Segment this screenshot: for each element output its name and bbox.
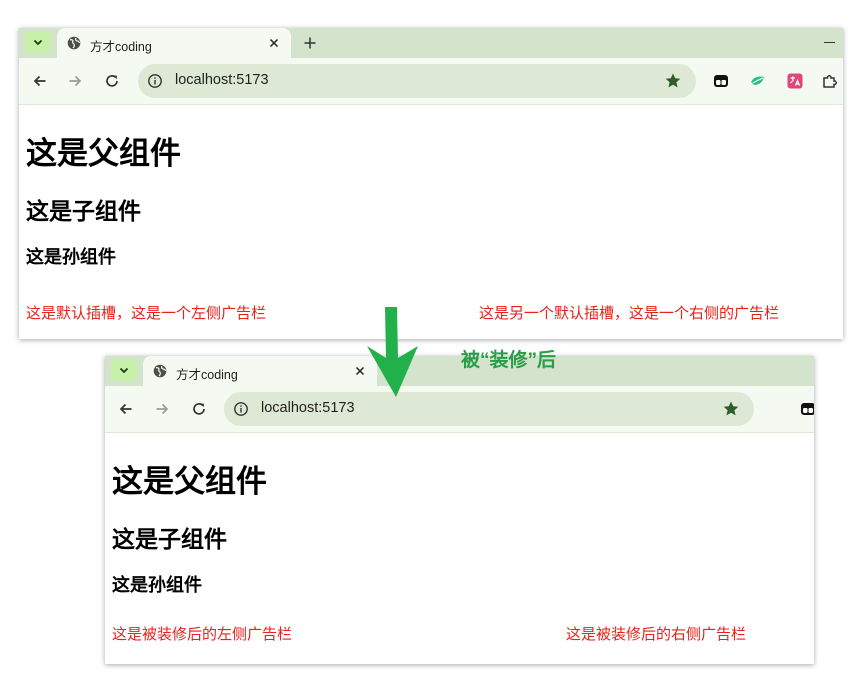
parent-component-heading: 这是父组件	[112, 464, 267, 499]
reload-icon[interactable]	[103, 72, 121, 90]
puzzle-icon[interactable]	[821, 72, 839, 90]
globe-icon	[67, 36, 81, 50]
right-ad-slot: 这是被装修后的右侧广告栏	[566, 626, 747, 643]
grandchild-component-heading: 这是孙组件	[112, 575, 202, 595]
child-component-heading: 这是子组件	[112, 526, 227, 552]
reload-icon[interactable]	[190, 400, 208, 418]
toolbar: localhost:5173	[19, 58, 843, 105]
child-component-heading: 这是子组件	[26, 198, 141, 224]
left-ad-slot: 这是被装修后的左侧广告栏	[112, 626, 293, 643]
tab-title: 方才coding	[90, 40, 152, 54]
extension-icon[interactable]	[749, 72, 767, 90]
down-arrow-icon	[367, 307, 418, 397]
toolbar: localhost:5173	[105, 386, 814, 433]
tab-search-button[interactable]	[111, 359, 137, 381]
info-icon[interactable]	[147, 73, 163, 89]
address-bar[interactable]: localhost:5173	[138, 64, 696, 98]
browser-tab[interactable]: 方才coding	[57, 28, 291, 58]
tab-strip: 方才coding	[105, 356, 814, 386]
browser-tab[interactable]: 方才coding	[143, 356, 377, 386]
url-text: localhost:5173	[175, 72, 269, 88]
url-text: localhost:5173	[261, 400, 355, 416]
grandchild-component-heading: 这是孙组件	[26, 247, 116, 267]
forward-arrow-icon[interactable]	[66, 72, 84, 90]
star-icon[interactable]	[664, 72, 682, 90]
decoration-caption: 被“装修”后	[461, 350, 557, 371]
back-arrow-icon[interactable]	[31, 72, 49, 90]
info-icon[interactable]	[233, 401, 249, 417]
extension-icon[interactable]	[712, 72, 730, 90]
tab-search-button[interactable]	[25, 31, 51, 53]
back-arrow-icon[interactable]	[117, 400, 135, 418]
page-content: 这是父组件 这是子组件 这是孙组件 这是默认插槽，这是一个左侧广告栏 这是另一个…	[19, 105, 843, 339]
browser-window-original: 方才coding localhost:5173 这是父组件 这是子组件 这是孙组…	[19, 28, 843, 339]
tab-strip: 方才coding	[19, 28, 843, 58]
right-ad-slot: 这是另一个默认插槽，这是一个右侧的广告栏	[479, 305, 780, 322]
minimize-icon[interactable]	[824, 42, 835, 44]
extension-icon[interactable]	[786, 72, 804, 90]
plus-icon[interactable]	[302, 35, 318, 51]
chevron-down-icon	[119, 367, 129, 374]
forward-arrow-icon[interactable]	[153, 400, 171, 418]
chevron-down-icon	[33, 39, 43, 46]
globe-icon	[153, 364, 167, 378]
parent-component-heading: 这是父组件	[26, 136, 181, 171]
browser-window-decorated: 方才coding localhost:5173 这是父组件 这是子组件 这是孙组…	[105, 356, 814, 664]
close-icon[interactable]	[267, 36, 281, 50]
extension-icon[interactable]	[799, 400, 814, 418]
tab-title: 方才coding	[176, 368, 238, 382]
page-content: 这是父组件 这是子组件 这是孙组件 这是被装修后的左侧广告栏 这是被装修后的右侧…	[105, 433, 814, 664]
star-icon[interactable]	[722, 400, 740, 418]
address-bar[interactable]: localhost:5173	[224, 392, 754, 426]
left-ad-slot: 这是默认插槽，这是一个左侧广告栏	[26, 305, 267, 322]
